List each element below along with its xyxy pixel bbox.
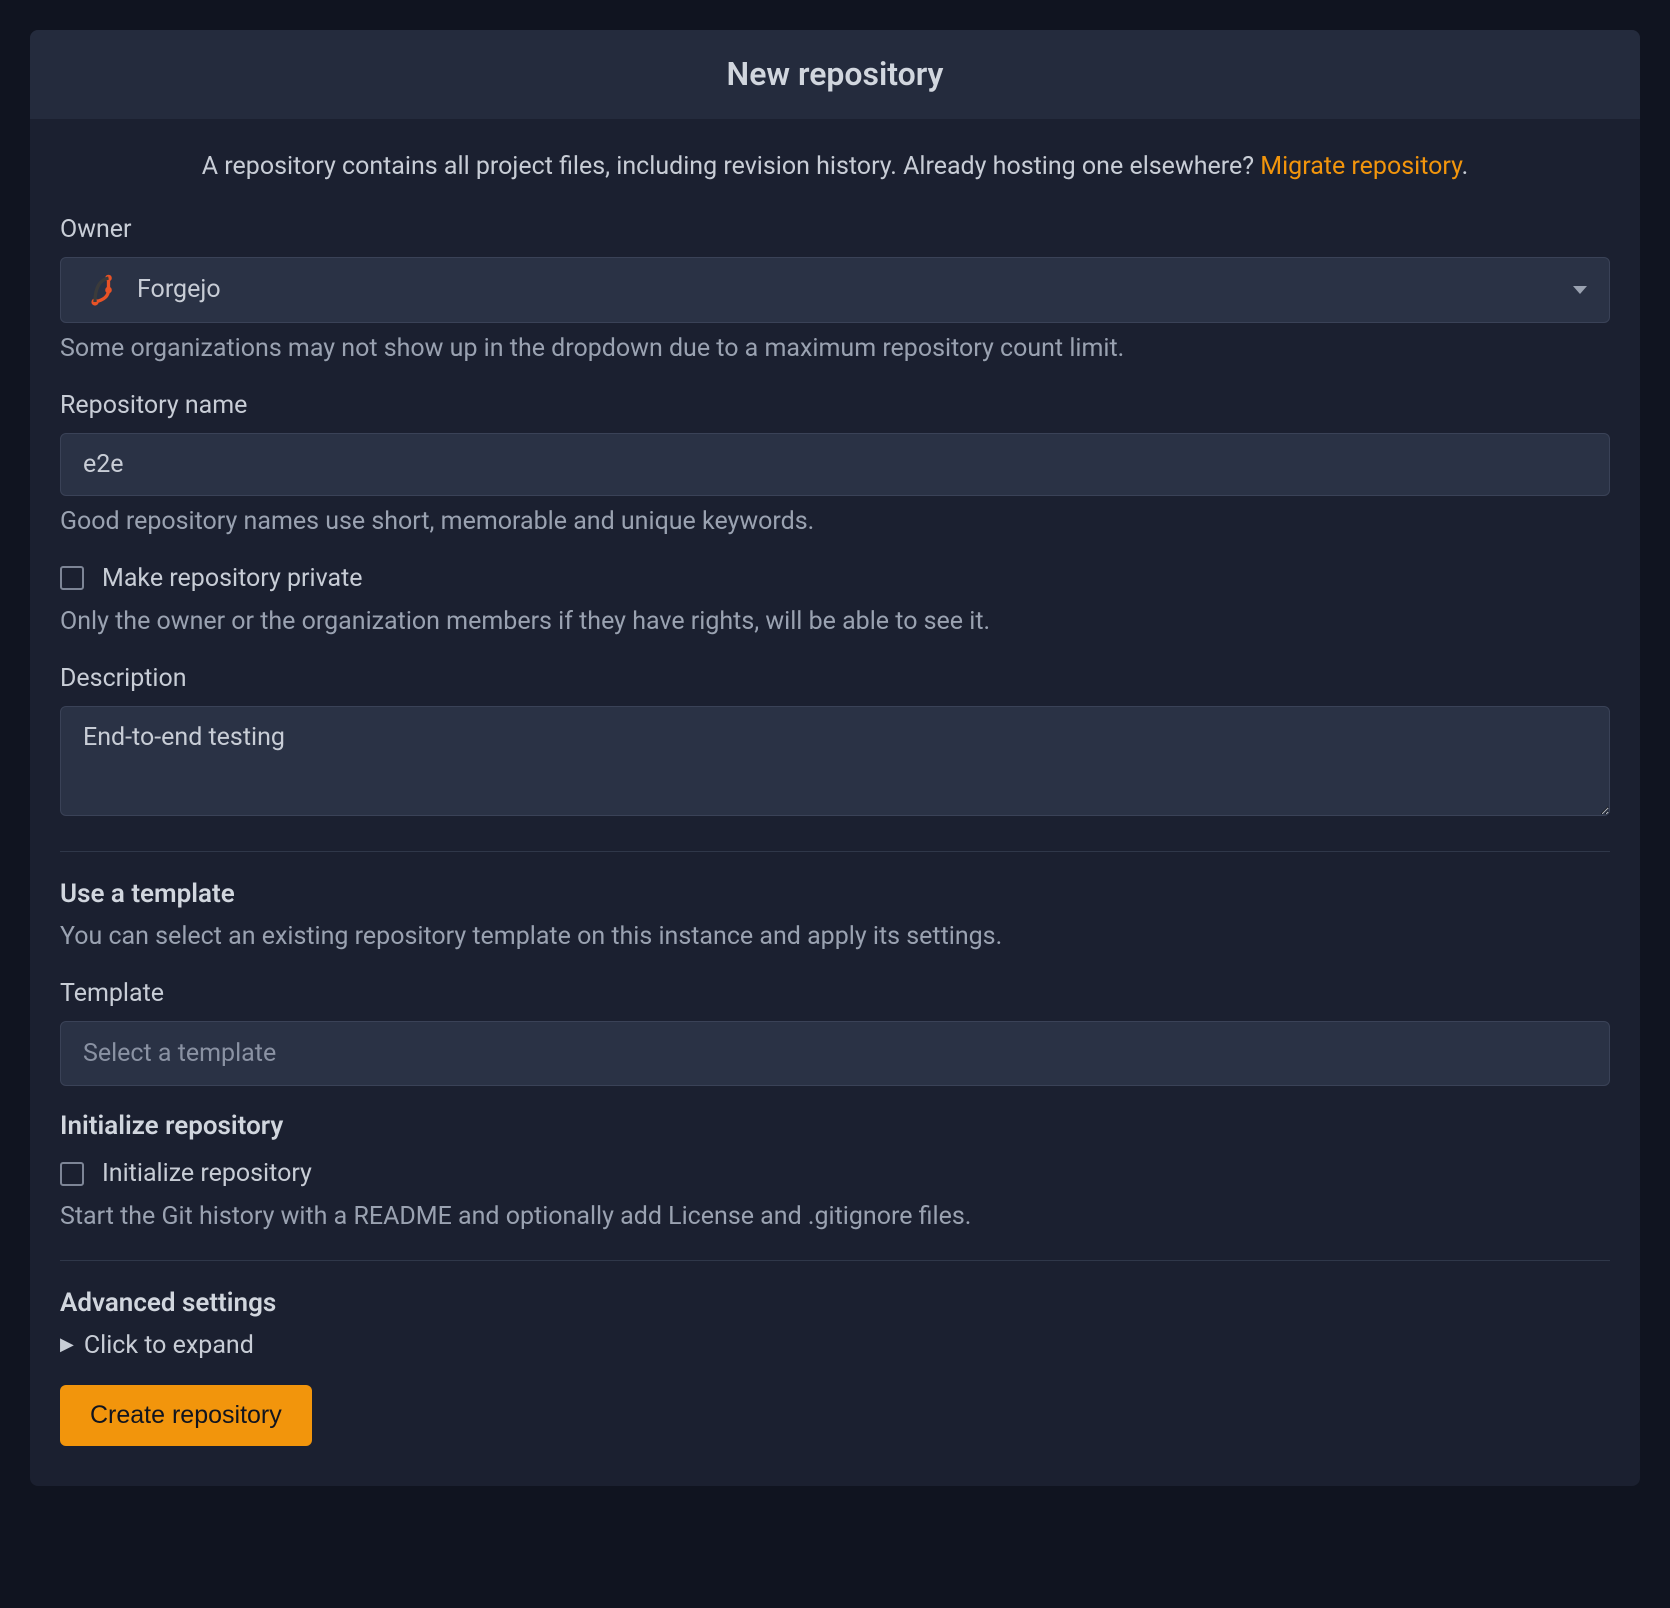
init-section-title: Initialize repository xyxy=(60,1108,1610,1144)
init-checkbox-label[interactable]: Initialize repository xyxy=(102,1156,312,1191)
private-field: Make repository private Only the owner o… xyxy=(60,561,1610,639)
description-label: Description xyxy=(60,661,1610,696)
template-dropdown[interactable]: Select a template xyxy=(60,1021,1610,1086)
divider-2 xyxy=(60,1260,1610,1261)
panel-title: New repository xyxy=(30,30,1640,119)
new-repo-panel: New repository A repository contains all… xyxy=(30,30,1640,1486)
triangle-right-icon: ▶ xyxy=(60,1332,74,1357)
owner-help: Some organizations may not show up in th… xyxy=(60,331,1610,366)
template-label: Template xyxy=(60,976,1610,1011)
description-field: Description xyxy=(60,661,1610,826)
description-input[interactable] xyxy=(60,706,1610,816)
repo-name-input[interactable] xyxy=(60,433,1610,496)
advanced-expand-label: Click to expand xyxy=(84,1328,254,1363)
advanced-title: Advanced settings xyxy=(60,1285,1610,1321)
forgejo-logo-icon xyxy=(83,272,119,308)
repo-name-help: Good repository names use short, memorab… xyxy=(60,504,1610,539)
template-field: Template Select a template xyxy=(60,976,1610,1086)
init-help: Start the Git history with a README and … xyxy=(60,1199,1610,1234)
private-help: Only the owner or the organization membe… xyxy=(60,604,1610,639)
migrate-repository-link[interactable]: Migrate repository xyxy=(1260,152,1461,181)
owner-selected: Forgejo xyxy=(137,272,221,307)
private-checkbox[interactable] xyxy=(60,566,84,590)
owner-label: Owner xyxy=(60,212,1610,247)
divider xyxy=(60,851,1610,852)
owner-dropdown[interactable]: Forgejo xyxy=(60,257,1610,323)
intro-before: A repository contains all project files,… xyxy=(202,152,1260,181)
private-checkbox-label[interactable]: Make repository private xyxy=(102,561,363,596)
panel-body: A repository contains all project files,… xyxy=(30,119,1640,1486)
intro-text: A repository contains all project files,… xyxy=(60,149,1610,184)
caret-down-icon xyxy=(1573,286,1587,294)
init-checkbox[interactable] xyxy=(60,1162,84,1186)
owner-field: Owner Forgejo Some organizations may not… xyxy=(60,212,1610,366)
template-placeholder: Select a template xyxy=(83,1036,276,1071)
template-section-title: Use a template xyxy=(60,876,1610,912)
advanced-expand[interactable]: ▶ Click to expand xyxy=(60,1328,1610,1363)
intro-after: . xyxy=(1462,152,1469,181)
init-field: Initialize repository Start the Git hist… xyxy=(60,1156,1610,1234)
repo-name-label: Repository name xyxy=(60,388,1610,423)
create-repository-button[interactable]: Create repository xyxy=(60,1385,312,1446)
repo-name-field: Repository name Good repository names us… xyxy=(60,388,1610,539)
template-section-sub: You can select an existing repository te… xyxy=(60,919,1610,954)
